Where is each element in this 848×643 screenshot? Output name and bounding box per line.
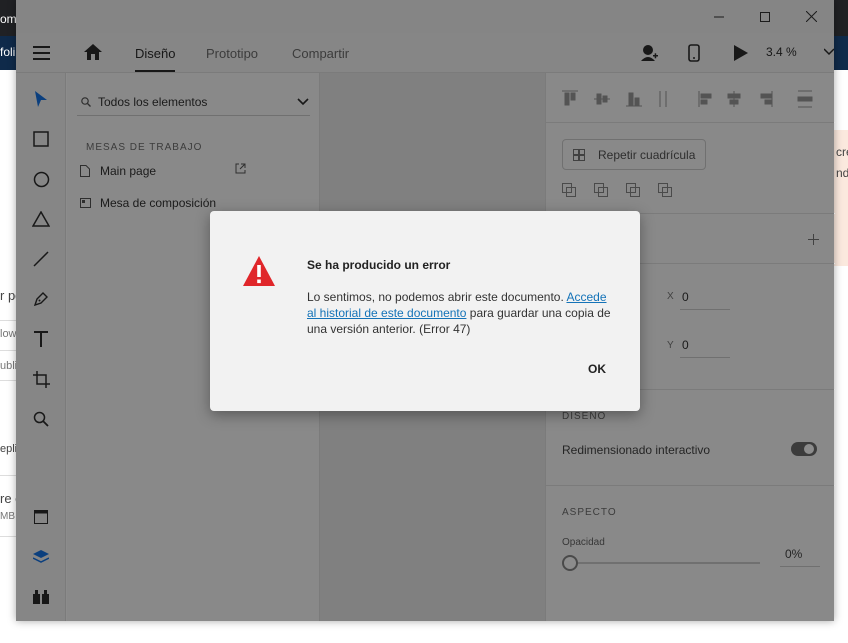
background-divider [0, 475, 16, 476]
background-divider [0, 350, 16, 351]
warning-icon [243, 256, 275, 286]
background-tab-fragment: foli [0, 45, 16, 59]
dialog-message: Lo sentimos, no podemos abrir este docum… [307, 289, 612, 337]
background-divider [0, 380, 16, 381]
background-text-fragment: low [0, 328, 17, 340]
dialog-message-text: Lo sentimos, no podemos abrir este docum… [307, 290, 567, 304]
background-text-fragment: cre [836, 145, 848, 159]
dialog-title: Se ha producido un error [307, 258, 451, 272]
background-text-fragment: nd [836, 166, 848, 180]
ok-button[interactable]: OK [588, 362, 606, 376]
error-dialog: Se ha producido un error Lo sentimos, no… [210, 211, 640, 411]
background-title-fragment: om [0, 12, 17, 26]
background-divider [0, 320, 16, 321]
background-divider [0, 536, 16, 537]
background-text-fragment: epli [0, 443, 18, 455]
